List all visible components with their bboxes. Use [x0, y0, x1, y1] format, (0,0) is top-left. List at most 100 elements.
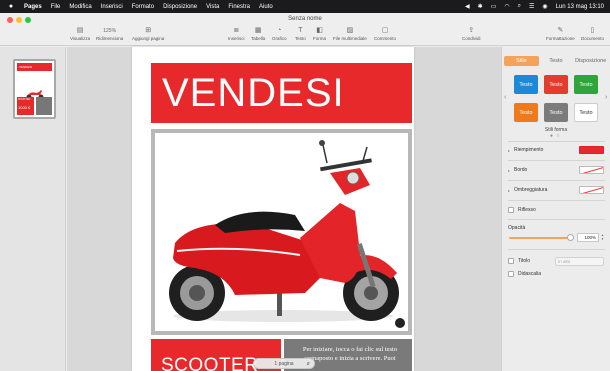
- title-checkbox[interactable]: [508, 258, 514, 264]
- shape-style-orange[interactable]: Testo: [514, 103, 538, 122]
- menu-inserisci[interactable]: Inserisci: [101, 4, 123, 10]
- thumbnail-title: VENDESI: [19, 65, 33, 69]
- shape-style-label: Testo: [579, 81, 593, 88]
- document-title: Senza nome: [288, 16, 322, 22]
- opacity-slider-knob[interactable]: [567, 234, 574, 241]
- title-shape[interactable]: VENDESI: [151, 63, 412, 123]
- menu-modifica[interactable]: Modifica: [69, 4, 91, 10]
- scooter-image: [169, 140, 405, 328]
- bluetooth-icon[interactable]: ✱: [478, 3, 483, 10]
- view-label: Visualizza: [70, 36, 91, 41]
- share-button[interactable]: ⇪ Condividi: [462, 26, 481, 41]
- table-button[interactable]: ▦ Tabella: [251, 26, 265, 41]
- media-icon[interactable]: ◀: [465, 3, 470, 10]
- title-position-select[interactable]: In alto: [555, 257, 604, 266]
- menu-disposizione[interactable]: Disposizione: [163, 4, 197, 10]
- text-label: Testo: [295, 36, 306, 41]
- menu-datetime[interactable]: Lun 13 mag 13:10: [556, 4, 604, 10]
- page-title[interactable]: VENDESI: [162, 71, 345, 116]
- page-count-label: 1 pagina: [274, 360, 294, 367]
- menu-aiuto[interactable]: Aiuto: [259, 4, 273, 10]
- media-button[interactable]: ▨ File multimediale: [333, 26, 367, 41]
- previous-styles-arrow-icon[interactable]: ‹: [504, 94, 506, 101]
- photo-frame[interactable]: [151, 129, 412, 335]
- menu-app-name[interactable]: Pages: [24, 4, 42, 10]
- menu-vista[interactable]: Vista: [206, 4, 219, 10]
- page-subtitle[interactable]: SCOOTER: [161, 355, 258, 371]
- caption-label: Didascalia: [518, 271, 542, 277]
- shape-style-red[interactable]: Testo: [544, 75, 568, 94]
- shape-style-label: Testo: [519, 81, 533, 88]
- shape-style-blue[interactable]: Testo: [514, 75, 538, 94]
- menu-finestra[interactable]: Finestra: [228, 4, 250, 10]
- shape-style-label: Testo: [579, 109, 593, 116]
- page-thumbnail[interactable]: VENDESI SCOOTER 1000 €: [13, 59, 56, 119]
- opacity-stepper[interactable]: ▴ ▾: [600, 233, 605, 242]
- comment-button[interactable]: ▢ Commento: [374, 26, 396, 41]
- battery-icon[interactable]: ▭: [491, 3, 497, 10]
- share-label: Condividi: [462, 36, 481, 41]
- siri-icon[interactable]: ◉: [542, 3, 547, 10]
- shape-icon: ◧: [316, 27, 323, 34]
- insert-icon: ≣: [233, 27, 240, 34]
- comment-label: Commento: [374, 36, 397, 41]
- up-down-arrows-icon[interactable]: ⇵: [307, 361, 310, 366]
- tab-arrange[interactable]: Disposizione: [573, 56, 608, 66]
- reflection-label: Riflesso: [518, 207, 536, 213]
- menu-file[interactable]: File: [51, 4, 61, 10]
- shape-style-white[interactable]: Testo: [574, 103, 598, 122]
- style-page-dots[interactable]: ● ○: [550, 133, 560, 139]
- caption-row[interactable]: Didascalia: [508, 269, 605, 279]
- pages-window: Senza nome ▤ Visualizza 125% Ridimension…: [0, 13, 610, 371]
- reflection-row[interactable]: Riflesso: [508, 205, 605, 215]
- fill-color-well[interactable]: [579, 146, 604, 154]
- opacity-slider-track[interactable]: [509, 237, 571, 239]
- table-label: Tabella: [251, 36, 266, 41]
- document-button[interactable]: ▯ Documento: [581, 26, 604, 41]
- add-page-label: Aggiungi pagina: [132, 36, 165, 41]
- format-button[interactable]: ✎ Formattazione: [546, 26, 575, 41]
- border-color-well[interactable]: [579, 166, 604, 174]
- inspector-tabs: Stile Testo Disposizione: [504, 56, 608, 66]
- scooter-photo[interactable]: [155, 133, 408, 331]
- shape-button[interactable]: ◧ Forma: [313, 26, 326, 41]
- divider: [508, 219, 605, 220]
- shadow-color-well[interactable]: [579, 186, 604, 194]
- tab-text[interactable]: Testo: [539, 56, 574, 66]
- shape-style-label: Testo: [519, 109, 533, 116]
- shape-style-grey[interactable]: Testo: [544, 103, 568, 122]
- table-icon: ▦: [254, 27, 262, 34]
- apple-menu-icon[interactable]: ●: [6, 3, 16, 10]
- paintbrush-icon: ✎: [557, 27, 564, 34]
- document-page[interactable]: VENDESI SCOOTER Per iniziare, tocca o fa…: [132, 47, 414, 371]
- caption-checkbox[interactable]: [508, 271, 514, 277]
- tab-style[interactable]: Stile: [504, 56, 539, 66]
- shape-style-label: Testo: [549, 81, 563, 88]
- control-center-icon[interactable]: ☰: [529, 3, 534, 10]
- divider: [508, 249, 605, 250]
- spotlight-search-icon[interactable]: ⌕: [518, 3, 521, 10]
- text-button[interactable]: T Testo: [295, 26, 306, 41]
- add-page-button[interactable]: ⊞ Aggiungi pagina: [132, 26, 164, 41]
- view-button[interactable]: ▤ Visualizza: [70, 26, 90, 41]
- share-icon: ⇪: [468, 27, 475, 34]
- media-label: File multimediale: [333, 36, 367, 41]
- wifi-icon[interactable]: ◠: [504, 3, 509, 10]
- document-label: Documento: [581, 36, 605, 41]
- opacity-value-field[interactable]: 100%: [577, 233, 599, 242]
- next-styles-arrow-icon[interactable]: ›: [605, 94, 607, 101]
- shadow-label: Ombreggiatura: [514, 187, 548, 193]
- menu-bar: ● Pages File Modifica Inserisci Formato …: [0, 0, 610, 13]
- menu-formato[interactable]: Formato: [132, 4, 154, 10]
- title-option-label: Titolo: [518, 258, 531, 264]
- insert-button[interactable]: ≣ Inserisci: [228, 26, 245, 41]
- chart-label: Grafico: [272, 36, 287, 41]
- zoom-button[interactable]: 125% Ridimensiona: [96, 26, 123, 41]
- chart-button[interactable]: ◔ Grafico: [272, 26, 287, 41]
- divider: [508, 180, 605, 181]
- thumbnail-text-block: [36, 97, 52, 115]
- reflection-checkbox[interactable]: [508, 207, 514, 213]
- fill-label: Riempimento: [514, 147, 544, 153]
- page-navigator[interactable]: 1 pagina ⇵: [253, 358, 315, 369]
- shape-style-green[interactable]: Testo: [574, 75, 598, 94]
